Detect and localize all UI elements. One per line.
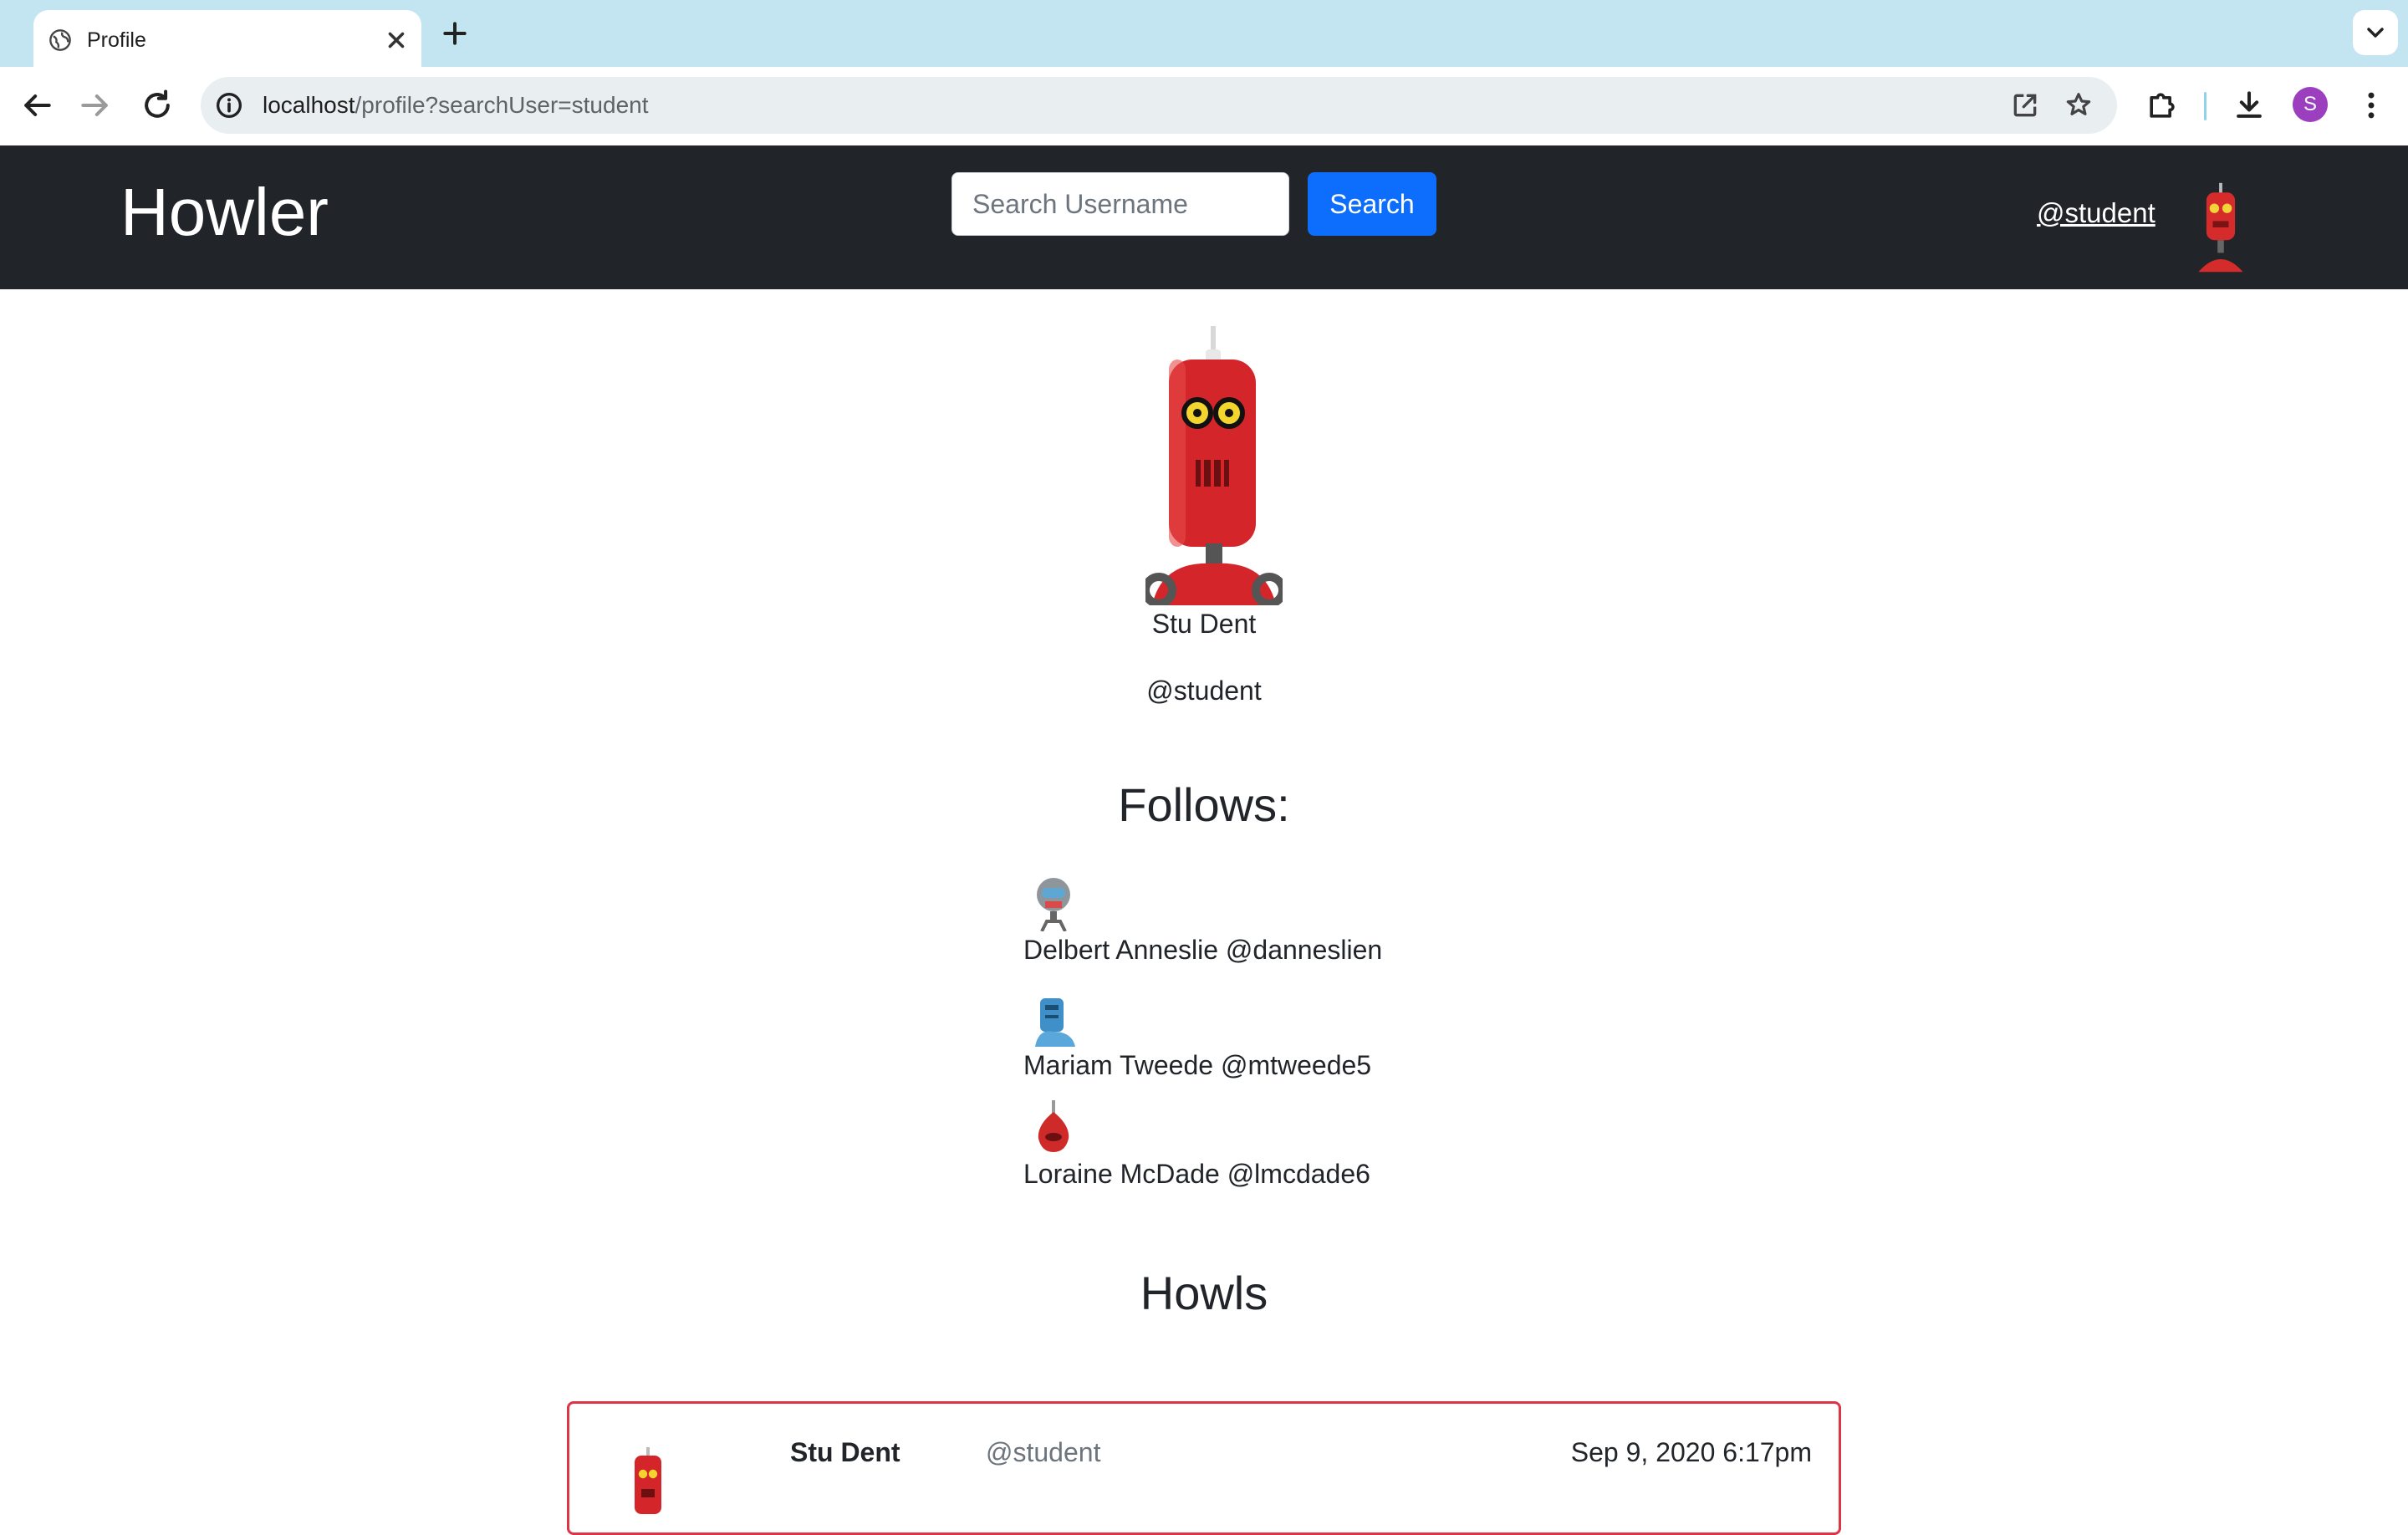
follow-label[interactable]: Delbert Anneslie @danneslien: [1023, 935, 1382, 966]
address-bar[interactable]: localhost/profile?searchUser=student: [201, 77, 2117, 134]
robot-grey-icon: [1037, 878, 1070, 931]
reload-icon[interactable]: [139, 87, 176, 124]
browser-tabstrip: Profile: [0, 0, 2408, 67]
open-in-app-icon[interactable]: [2008, 89, 2042, 122]
url-path: /profile?searchUser=student: [355, 92, 649, 118]
app-navbar: Howler Search @student: [0, 145, 2408, 289]
close-tab-icon[interactable]: [381, 25, 411, 55]
toolbar-divider: [2204, 92, 2206, 120]
browser-toolbar: localhost/profile?searchUser=student S: [0, 67, 2408, 146]
robot-blue-icon: [1035, 998, 1075, 1047]
extensions-puzzle-icon[interactable]: [2144, 87, 2181, 124]
howls-heading: Howls: [1140, 1267, 1268, 1319]
profile-avatar-image: [1145, 326, 1283, 605]
follow-label[interactable]: Mariam Tweede @mtweede5: [1023, 1050, 1371, 1081]
site-info-icon[interactable]: [212, 89, 246, 122]
url-host: localhost: [263, 92, 355, 118]
bookmark-star-icon[interactable]: [2062, 89, 2095, 122]
tab-title: Profile: [87, 28, 146, 52]
robot-red-icon: [1038, 1100, 1069, 1152]
more-menu-icon[interactable]: [2353, 87, 2390, 124]
howl-author-name[interactable]: Stu Dent: [790, 1437, 900, 1468]
current-user-link[interactable]: @student: [2037, 197, 2155, 229]
tab-search-button[interactable]: [2353, 10, 2398, 55]
browser-tab-profile[interactable]: Profile: [33, 10, 421, 67]
follow-label[interactable]: Loraine McDade @lmcdade6: [1023, 1159, 1370, 1190]
howl-author-avatar: [635, 1447, 661, 1514]
follows-heading: Follows:: [1118, 778, 1290, 831]
download-icon[interactable]: [2231, 87, 2268, 124]
url-text[interactable]: localhost/profile?searchUser=student: [263, 92, 649, 119]
search-button[interactable]: Search: [1308, 172, 1436, 236]
forward-arrow-icon[interactable]: [77, 87, 114, 124]
howl-author-handle[interactable]: @student: [986, 1437, 1100, 1468]
howl-date: Sep 9, 2020 6:17pm: [1570, 1437, 1812, 1467]
search-username-input[interactable]: [951, 172, 1289, 236]
profile-name: Stu Dent: [1151, 609, 1257, 639]
chevron-down-icon: [2367, 28, 2384, 38]
globe-icon: [49, 29, 71, 51]
profile-handle: @student: [1146, 676, 1262, 706]
browser-profile-avatar[interactable]: S: [2293, 87, 2328, 122]
back-arrow-icon[interactable]: [18, 87, 55, 124]
current-user-avatar[interactable]: [2189, 182, 2252, 273]
new-tab-icon[interactable]: [438, 17, 472, 50]
brand-logo[interactable]: Howler: [120, 179, 329, 246]
howl-card[interactable]: Stu Dent @student Sep 9, 2020 6:17pm: [567, 1401, 1841, 1535]
